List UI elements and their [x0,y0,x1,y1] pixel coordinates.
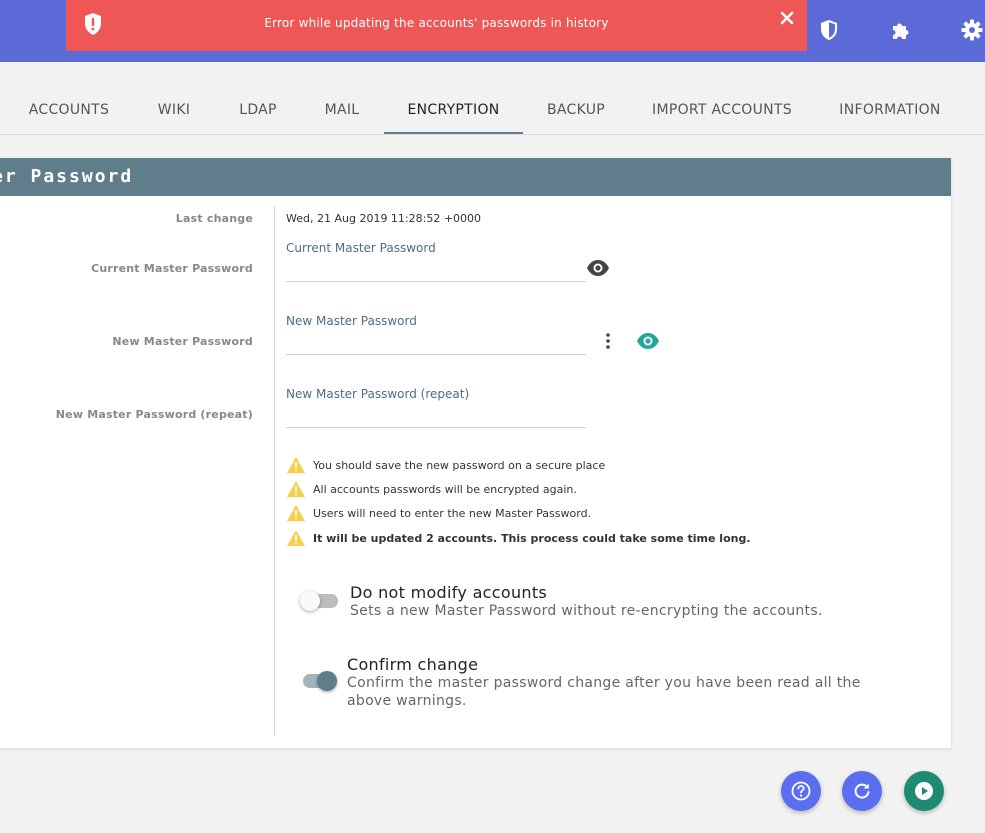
no-modify-desc: Sets a new Master Password without re-en… [350,603,823,619]
confirm-change-title: Confirm change [347,655,479,674]
tab-wiki[interactable]: WIKI [142,86,206,133]
warning-text: It will be updated 2 accounts. This proc… [313,532,751,545]
confirm-change-toggle-knob[interactable] [317,671,337,691]
repeat-password-label: New Master Password (repeat) [55,408,253,421]
close-icon[interactable] [779,10,795,26]
warning-text: All accounts passwords will be encrypted… [313,483,577,496]
eye-toggle-icon[interactable] [636,332,660,350]
warning-text: Users will need to enter the new Master … [313,507,592,520]
no-modify-toggle-knob[interactable] [300,591,320,611]
tab-accounts[interactable]: ACCOUNTS [14,86,124,133]
warning-icon [287,457,305,473]
card-title: er Password [0,166,134,187]
last-change-label: Last change [175,212,253,225]
card-header: er Password [0,158,951,196]
current-password-field-label: Current Master Password [286,241,436,255]
no-modify-title: Do not modify accounts [350,583,548,602]
current-password-label: Current Master Password [91,262,253,275]
tab-bar: ACCOUNTS WIKI LDAP MAIL ENCRYPTION BACKU… [0,86,985,135]
more-vert-icon[interactable] [604,332,612,350]
tab-mail[interactable]: MAIL [310,86,374,133]
gear-icon[interactable] [960,18,984,42]
new-password-label: New Master Password [112,335,253,348]
warning-icon [287,481,305,497]
new-password-input[interactable] [286,334,586,355]
repeat-password-input[interactable] [286,407,586,428]
master-password-card: er Password Last change Wed, 21 Aug 2019… [0,158,951,748]
warning-icon [287,505,305,521]
error-message: Error while updating the accounts' passw… [264,16,609,30]
tab-ldap[interactable]: LDAP [226,86,290,133]
help-icon [791,781,811,801]
last-change-value: Wed, 21 Aug 2019 11:28:52 +0000 [286,212,482,225]
warning-icon [287,530,305,546]
puzzle-icon[interactable] [889,18,913,42]
shield-icon[interactable] [817,18,841,42]
refresh-icon [854,783,870,799]
run-button[interactable] [904,771,944,811]
repeat-password-field-label: New Master Password (repeat) [286,387,470,401]
tab-information[interactable]: INFORMATION [826,86,954,133]
warning-text: You should save the new password on a se… [313,459,606,472]
divider [274,206,275,736]
help-button[interactable] [781,771,821,811]
error-toast: Error while updating the accounts' passw… [66,0,807,51]
tab-encryption[interactable]: ENCRYPTION [384,86,523,134]
eye-icon[interactable] [586,259,610,277]
play-icon [915,782,933,800]
tab-import-accounts[interactable]: IMPORT ACCOUNTS [638,86,806,133]
tab-backup[interactable]: BACKUP [534,86,618,133]
current-password-input[interactable] [286,261,586,282]
new-password-field-label: New Master Password [286,314,417,328]
confirm-change-desc: Confirm the master password change after… [347,675,861,709]
refresh-button[interactable] [842,771,882,811]
